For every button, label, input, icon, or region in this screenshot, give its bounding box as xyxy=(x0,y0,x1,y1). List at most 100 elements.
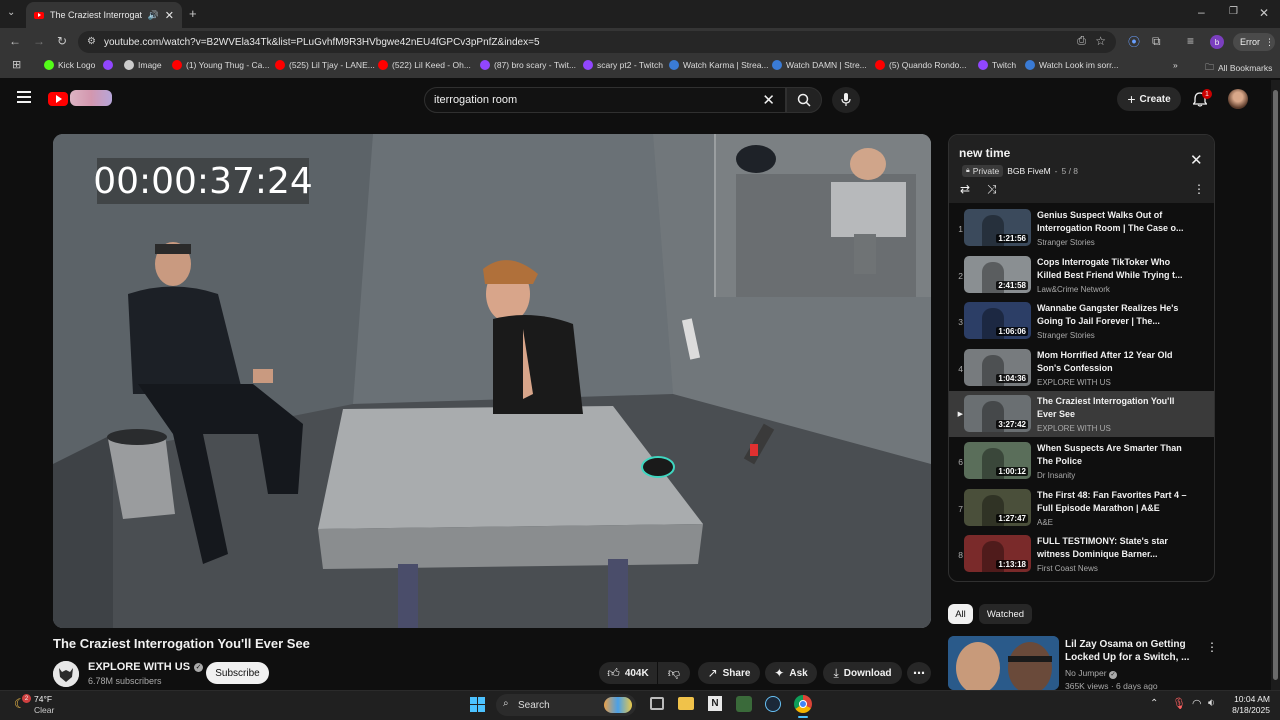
playlist-thumbnail[interactable]: 3:27:42 xyxy=(964,395,1031,433)
like-button[interactable]: 👍︎ 404K xyxy=(599,662,657,684)
playlist-thumbnail[interactable]: 1:27:47 xyxy=(964,488,1031,526)
scrollbar-thumb[interactable] xyxy=(1273,90,1278,680)
back-icon[interactable]: ← xyxy=(9,35,21,47)
more-actions-button[interactable]: ⋯ xyxy=(907,662,931,684)
tray-chevron-icon[interactable]: ⌃ xyxy=(1150,698,1158,709)
ask-button[interactable]: ✦ Ask xyxy=(765,662,817,684)
bookmark-item[interactable]: (87) bro scary - Twit... xyxy=(480,60,576,70)
clear-search-icon[interactable]: ✕ xyxy=(762,91,775,109)
new-tab-icon[interactable]: + xyxy=(189,7,197,20)
tab-close-icon[interactable]: ✕ xyxy=(165,9,174,22)
reload-icon[interactable]: ↻ xyxy=(57,35,67,47)
playlist-owner[interactable]: BGB FiveM xyxy=(1007,166,1050,176)
playlist-thumbnail[interactable]: 2:41:58 xyxy=(964,255,1031,293)
voice-search-button[interactable] xyxy=(832,87,860,113)
windows-start-icon[interactable] xyxy=(470,697,485,712)
bookmark-item[interactable]: Image xyxy=(124,60,162,70)
forward-icon[interactable]: → xyxy=(33,35,45,47)
playlist-thumbnail[interactable]: 1:00:12 xyxy=(964,442,1031,479)
filter-chip-watched[interactable]: Watched xyxy=(979,604,1032,624)
playlist-title[interactable]: new time xyxy=(959,146,1010,160)
playlist-item[interactable]: 1 1:21:56 Genius Suspect Walks Out of Inte… xyxy=(949,205,1214,251)
profile-avatar[interactable]: b xyxy=(1210,35,1224,49)
video-player[interactable]: 00:00:37:24 xyxy=(53,134,931,628)
page-scrollbar[interactable] xyxy=(1271,80,1280,690)
search-button[interactable] xyxy=(786,87,822,113)
dislike-button[interactable]: 👎︎ xyxy=(658,662,690,684)
taskbar-app-icon[interactable] xyxy=(736,696,752,712)
bookmark-item[interactable]: (1) Young Thug - Ca... xyxy=(172,60,269,70)
playlist-item[interactable]: 6 1:00:12 When Suspects Are Smarter Than T… xyxy=(949,438,1214,484)
recommended-thumbnail[interactable] xyxy=(948,636,1059,690)
more-bookmarks-icon[interactable]: » xyxy=(1173,60,1178,70)
weather-widget[interactable]: ☾ 2 xyxy=(12,694,32,714)
recommended-title[interactable]: Lil Zay Osama on Getting Locked Up for a… xyxy=(1065,638,1200,664)
bookmark-item[interactable]: Watch Karma | Strea... xyxy=(669,60,769,70)
playlist-thumbnail[interactable]: 1:13:18 xyxy=(964,535,1031,573)
bookmark-item[interactable]: Watch DAMN | Stre... xyxy=(772,60,867,70)
playlist-item[interactable]: 2 2:41:58 Cops Interrogate TikToker Who Ki… xyxy=(949,252,1214,298)
extension-icon[interactable]: ⦿ xyxy=(1128,36,1140,48)
notifications-button[interactable]: 1 xyxy=(1191,89,1212,108)
window-minimize-icon[interactable]: – xyxy=(1198,6,1205,18)
playlist-menu-icon[interactable]: ⋮ xyxy=(1193,182,1205,196)
bookmark-item[interactable]: (5) Quando Rondo... xyxy=(875,60,967,70)
address-bar[interactable]: ⚙ youtube.com/watch?v=B2WVEla34Tk&list=P… xyxy=(78,31,1116,53)
playlist-thumbnail[interactable]: 1:04:36 xyxy=(964,348,1031,386)
steam-icon[interactable] xyxy=(765,696,781,712)
playlist-thumbnail[interactable]: 1:06:06 xyxy=(964,302,1031,340)
bookmark-item[interactable]: (525) Lil Tjay - LANE... xyxy=(275,60,375,70)
notepad-app-icon[interactable]: N xyxy=(708,696,722,711)
media-controls-icon[interactable]: ≡ xyxy=(1187,35,1194,47)
recommended-channel-row[interactable]: No Jumper ✓ xyxy=(1065,668,1117,679)
task-view-icon[interactable] xyxy=(650,697,664,710)
bookmark-star-icon[interactable]: ☆ xyxy=(1095,34,1106,48)
bookmark-item[interactable]: Kick Logo xyxy=(44,60,95,70)
bookmark-item[interactable]: scary pt2 - Twitch xyxy=(583,60,663,70)
error-button[interactable]: Error ⋮ xyxy=(1233,33,1275,51)
create-button[interactable]: + Create xyxy=(1117,87,1181,111)
extensions-puzzle-icon[interactable]: ⧉ xyxy=(1152,35,1161,47)
loop-icon[interactable]: ⇄ xyxy=(960,182,970,196)
apps-grid-icon[interactable]: ⊞ xyxy=(12,60,21,71)
playlist-thumbnail[interactable]: 1:21:56 xyxy=(964,209,1031,246)
taskbar-search[interactable]: ⌕ Search xyxy=(496,694,636,716)
shuffle-icon[interactable]: ⤨ xyxy=(987,182,997,197)
recommended-menu-icon[interactable]: ⋮ xyxy=(1206,640,1218,654)
channel-name-row[interactable]: EXPLORE WITH US ✓ xyxy=(88,661,204,673)
share-button[interactable]: ↗ Share xyxy=(698,662,760,684)
close-playlist-icon[interactable]: ✕ xyxy=(1190,151,1203,169)
bookmark-item[interactable] xyxy=(103,60,113,70)
channel-avatar[interactable] xyxy=(53,661,79,687)
playlist-item[interactable]: ▶ 3:27:42 The Craziest Interrogation You'l… xyxy=(949,391,1214,438)
guide-menu-icon[interactable] xyxy=(17,91,31,103)
install-app-icon[interactable]: ⎙ xyxy=(1077,35,1086,48)
window-maximize-icon[interactable]: ❐ xyxy=(1229,7,1238,17)
youtube-logo[interactable] xyxy=(48,90,112,108)
subscribe-button[interactable]: Subscribe xyxy=(206,662,269,684)
bookmark-item[interactable]: (522) Lil Keed - Oh... xyxy=(378,60,471,70)
chrome-taskbar-icon[interactable] xyxy=(794,695,812,713)
window-close-icon[interactable]: ✕ xyxy=(1259,7,1269,19)
tray-mic-icon[interactable]: 🎙︎ xyxy=(1172,697,1186,710)
playlist-item[interactable]: 8 1:13:18 FULL TESTIMONY: State's star wit… xyxy=(949,531,1214,577)
file-explorer-icon[interactable] xyxy=(678,697,694,710)
download-button[interactable]: ⤓ Download xyxy=(823,662,902,684)
playlist-item[interactable]: 3 1:06:06 Wannabe Gangster Realizes He's G… xyxy=(949,298,1214,344)
bookmark-item[interactable]: Watch Look im sorr... xyxy=(1025,60,1119,70)
playlist-item[interactable]: 7 1:27:47 The First 48: Fan Favorites Part… xyxy=(949,485,1214,531)
browser-tab-active[interactable]: The Craziest Interrogation Y 🔊 ✕ xyxy=(26,2,182,28)
all-bookmarks[interactable]: 🗀 All Bookmarks xyxy=(1205,60,1272,76)
clock-date[interactable]: 8/18/2025 xyxy=(1222,705,1270,715)
tab-search-icon[interactable]: ⌄ xyxy=(7,8,15,18)
clock-time[interactable]: 10:04 AM xyxy=(1222,694,1270,704)
account-avatar[interactable] xyxy=(1228,89,1248,109)
bookmark-item[interactable]: Twitch xyxy=(978,60,1016,70)
wifi-icon[interactable]: ◠ xyxy=(1192,697,1202,710)
search-input[interactable]: iterrogation room ✕ xyxy=(424,87,786,113)
volume-icon[interactable]: 🔉︎ xyxy=(1208,697,1215,710)
tab-audio-icon[interactable]: 🔊 xyxy=(148,10,159,21)
playlist-item[interactable]: 4 1:04:36 Mom Horrified After 12 Year Old … xyxy=(949,345,1214,391)
filter-chip-all[interactable]: All xyxy=(948,604,973,624)
site-info-icon[interactable]: ⚙ xyxy=(87,36,96,47)
